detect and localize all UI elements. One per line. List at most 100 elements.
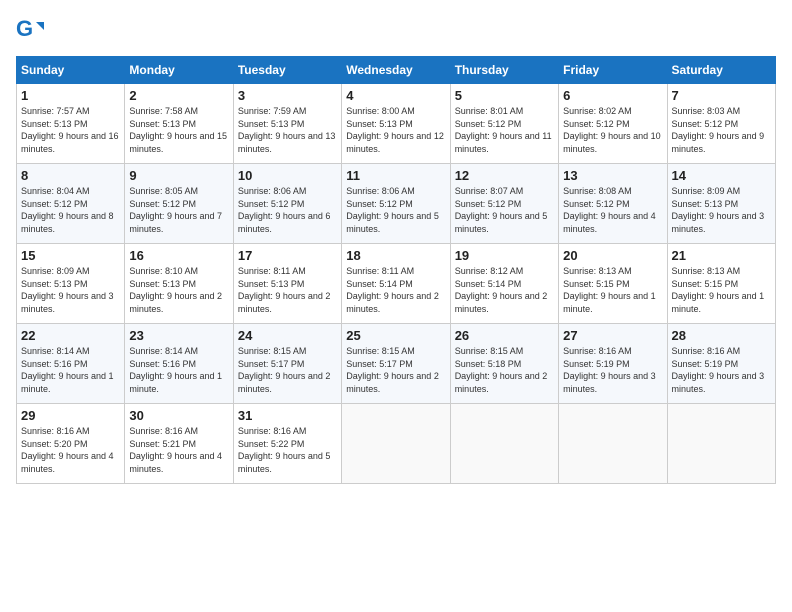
calendar-cell: 8 Sunrise: 8:04 AM Sunset: 5:12 PM Dayli… bbox=[17, 164, 125, 244]
day-number: 28 bbox=[672, 328, 771, 343]
day-number: 6 bbox=[563, 88, 662, 103]
day-info: Sunrise: 8:09 AM Sunset: 5:13 PM Dayligh… bbox=[21, 265, 120, 315]
day-info: Sunrise: 7:57 AM Sunset: 5:13 PM Dayligh… bbox=[21, 105, 120, 155]
logo: G bbox=[16, 16, 48, 44]
day-number: 15 bbox=[21, 248, 120, 263]
day-info: Sunrise: 8:08 AM Sunset: 5:12 PM Dayligh… bbox=[563, 185, 662, 235]
calendar-cell bbox=[667, 404, 775, 484]
day-info: Sunrise: 8:16 AM Sunset: 5:22 PM Dayligh… bbox=[238, 425, 337, 475]
col-header-thursday: Thursday bbox=[450, 57, 558, 84]
calendar-cell: 20 Sunrise: 8:13 AM Sunset: 5:15 PM Dayl… bbox=[559, 244, 667, 324]
day-number: 11 bbox=[346, 168, 445, 183]
col-header-wednesday: Wednesday bbox=[342, 57, 450, 84]
calendar-cell: 2 Sunrise: 7:58 AM Sunset: 5:13 PM Dayli… bbox=[125, 84, 233, 164]
day-info: Sunrise: 8:01 AM Sunset: 5:12 PM Dayligh… bbox=[455, 105, 554, 155]
day-number: 14 bbox=[672, 168, 771, 183]
day-info: Sunrise: 8:06 AM Sunset: 5:12 PM Dayligh… bbox=[238, 185, 337, 235]
calendar-cell: 18 Sunrise: 8:11 AM Sunset: 5:14 PM Dayl… bbox=[342, 244, 450, 324]
day-number: 31 bbox=[238, 408, 337, 423]
calendar-cell: 26 Sunrise: 8:15 AM Sunset: 5:18 PM Dayl… bbox=[450, 324, 558, 404]
calendar-cell: 14 Sunrise: 8:09 AM Sunset: 5:13 PM Dayl… bbox=[667, 164, 775, 244]
calendar-cell: 9 Sunrise: 8:05 AM Sunset: 5:12 PM Dayli… bbox=[125, 164, 233, 244]
calendar-cell: 5 Sunrise: 8:01 AM Sunset: 5:12 PM Dayli… bbox=[450, 84, 558, 164]
day-number: 9 bbox=[129, 168, 228, 183]
day-info: Sunrise: 8:10 AM Sunset: 5:13 PM Dayligh… bbox=[129, 265, 228, 315]
calendar-cell: 19 Sunrise: 8:12 AM Sunset: 5:14 PM Dayl… bbox=[450, 244, 558, 324]
calendar-cell: 17 Sunrise: 8:11 AM Sunset: 5:13 PM Dayl… bbox=[233, 244, 341, 324]
day-info: Sunrise: 8:13 AM Sunset: 5:15 PM Dayligh… bbox=[672, 265, 771, 315]
day-number: 1 bbox=[21, 88, 120, 103]
calendar-cell: 25 Sunrise: 8:15 AM Sunset: 5:17 PM Dayl… bbox=[342, 324, 450, 404]
calendar-cell: 10 Sunrise: 8:06 AM Sunset: 5:12 PM Dayl… bbox=[233, 164, 341, 244]
calendar-cell bbox=[450, 404, 558, 484]
col-header-tuesday: Tuesday bbox=[233, 57, 341, 84]
day-number: 30 bbox=[129, 408, 228, 423]
day-info: Sunrise: 8:00 AM Sunset: 5:13 PM Dayligh… bbox=[346, 105, 445, 155]
day-info: Sunrise: 8:16 AM Sunset: 5:19 PM Dayligh… bbox=[672, 345, 771, 395]
calendar-cell: 3 Sunrise: 7:59 AM Sunset: 5:13 PM Dayli… bbox=[233, 84, 341, 164]
day-info: Sunrise: 7:58 AM Sunset: 5:13 PM Dayligh… bbox=[129, 105, 228, 155]
day-info: Sunrise: 8:16 AM Sunset: 5:19 PM Dayligh… bbox=[563, 345, 662, 395]
day-info: Sunrise: 8:15 AM Sunset: 5:18 PM Dayligh… bbox=[455, 345, 554, 395]
day-number: 5 bbox=[455, 88, 554, 103]
day-number: 2 bbox=[129, 88, 228, 103]
day-info: Sunrise: 8:13 AM Sunset: 5:15 PM Dayligh… bbox=[563, 265, 662, 315]
calendar-cell: 4 Sunrise: 8:00 AM Sunset: 5:13 PM Dayli… bbox=[342, 84, 450, 164]
day-number: 7 bbox=[672, 88, 771, 103]
col-header-sunday: Sunday bbox=[17, 57, 125, 84]
calendar-cell: 23 Sunrise: 8:14 AM Sunset: 5:16 PM Dayl… bbox=[125, 324, 233, 404]
col-header-friday: Friday bbox=[559, 57, 667, 84]
day-number: 24 bbox=[238, 328, 337, 343]
day-info: Sunrise: 7:59 AM Sunset: 5:13 PM Dayligh… bbox=[238, 105, 337, 155]
calendar-cell: 24 Sunrise: 8:15 AM Sunset: 5:17 PM Dayl… bbox=[233, 324, 341, 404]
calendar-cell: 12 Sunrise: 8:07 AM Sunset: 5:12 PM Dayl… bbox=[450, 164, 558, 244]
day-number: 13 bbox=[563, 168, 662, 183]
day-info: Sunrise: 8:14 AM Sunset: 5:16 PM Dayligh… bbox=[129, 345, 228, 395]
calendar-cell: 22 Sunrise: 8:14 AM Sunset: 5:16 PM Dayl… bbox=[17, 324, 125, 404]
calendar-cell: 16 Sunrise: 8:10 AM Sunset: 5:13 PM Dayl… bbox=[125, 244, 233, 324]
day-info: Sunrise: 8:15 AM Sunset: 5:17 PM Dayligh… bbox=[346, 345, 445, 395]
day-number: 20 bbox=[563, 248, 662, 263]
day-info: Sunrise: 8:14 AM Sunset: 5:16 PM Dayligh… bbox=[21, 345, 120, 395]
day-number: 18 bbox=[346, 248, 445, 263]
page-header: G bbox=[16, 16, 776, 44]
day-info: Sunrise: 8:11 AM Sunset: 5:14 PM Dayligh… bbox=[346, 265, 445, 315]
svg-text:G: G bbox=[16, 16, 33, 41]
day-number: 12 bbox=[455, 168, 554, 183]
calendar-cell: 6 Sunrise: 8:02 AM Sunset: 5:12 PM Dayli… bbox=[559, 84, 667, 164]
calendar-cell: 29 Sunrise: 8:16 AM Sunset: 5:20 PM Dayl… bbox=[17, 404, 125, 484]
calendar-cell: 27 Sunrise: 8:16 AM Sunset: 5:19 PM Dayl… bbox=[559, 324, 667, 404]
calendar-cell bbox=[342, 404, 450, 484]
day-number: 8 bbox=[21, 168, 120, 183]
day-number: 29 bbox=[21, 408, 120, 423]
day-number: 3 bbox=[238, 88, 337, 103]
day-number: 17 bbox=[238, 248, 337, 263]
day-info: Sunrise: 8:07 AM Sunset: 5:12 PM Dayligh… bbox=[455, 185, 554, 235]
day-info: Sunrise: 8:02 AM Sunset: 5:12 PM Dayligh… bbox=[563, 105, 662, 155]
calendar-cell: 13 Sunrise: 8:08 AM Sunset: 5:12 PM Dayl… bbox=[559, 164, 667, 244]
calendar-cell: 15 Sunrise: 8:09 AM Sunset: 5:13 PM Dayl… bbox=[17, 244, 125, 324]
calendar-cell: 11 Sunrise: 8:06 AM Sunset: 5:12 PM Dayl… bbox=[342, 164, 450, 244]
day-number: 19 bbox=[455, 248, 554, 263]
calendar-cell: 21 Sunrise: 8:13 AM Sunset: 5:15 PM Dayl… bbox=[667, 244, 775, 324]
calendar-table: SundayMondayTuesdayWednesdayThursdayFrid… bbox=[16, 56, 776, 484]
day-number: 23 bbox=[129, 328, 228, 343]
calendar-cell bbox=[559, 404, 667, 484]
day-info: Sunrise: 8:15 AM Sunset: 5:17 PM Dayligh… bbox=[238, 345, 337, 395]
calendar-cell: 1 Sunrise: 7:57 AM Sunset: 5:13 PM Dayli… bbox=[17, 84, 125, 164]
calendar-cell: 28 Sunrise: 8:16 AM Sunset: 5:19 PM Dayl… bbox=[667, 324, 775, 404]
day-info: Sunrise: 8:09 AM Sunset: 5:13 PM Dayligh… bbox=[672, 185, 771, 235]
col-header-saturday: Saturday bbox=[667, 57, 775, 84]
day-number: 21 bbox=[672, 248, 771, 263]
day-info: Sunrise: 8:16 AM Sunset: 5:20 PM Dayligh… bbox=[21, 425, 120, 475]
calendar-cell: 7 Sunrise: 8:03 AM Sunset: 5:12 PM Dayli… bbox=[667, 84, 775, 164]
day-number: 27 bbox=[563, 328, 662, 343]
day-number: 16 bbox=[129, 248, 228, 263]
day-number: 25 bbox=[346, 328, 445, 343]
day-info: Sunrise: 8:11 AM Sunset: 5:13 PM Dayligh… bbox=[238, 265, 337, 315]
calendar-cell: 31 Sunrise: 8:16 AM Sunset: 5:22 PM Dayl… bbox=[233, 404, 341, 484]
day-number: 4 bbox=[346, 88, 445, 103]
day-info: Sunrise: 8:03 AM Sunset: 5:12 PM Dayligh… bbox=[672, 105, 771, 155]
day-number: 22 bbox=[21, 328, 120, 343]
calendar-cell: 30 Sunrise: 8:16 AM Sunset: 5:21 PM Dayl… bbox=[125, 404, 233, 484]
